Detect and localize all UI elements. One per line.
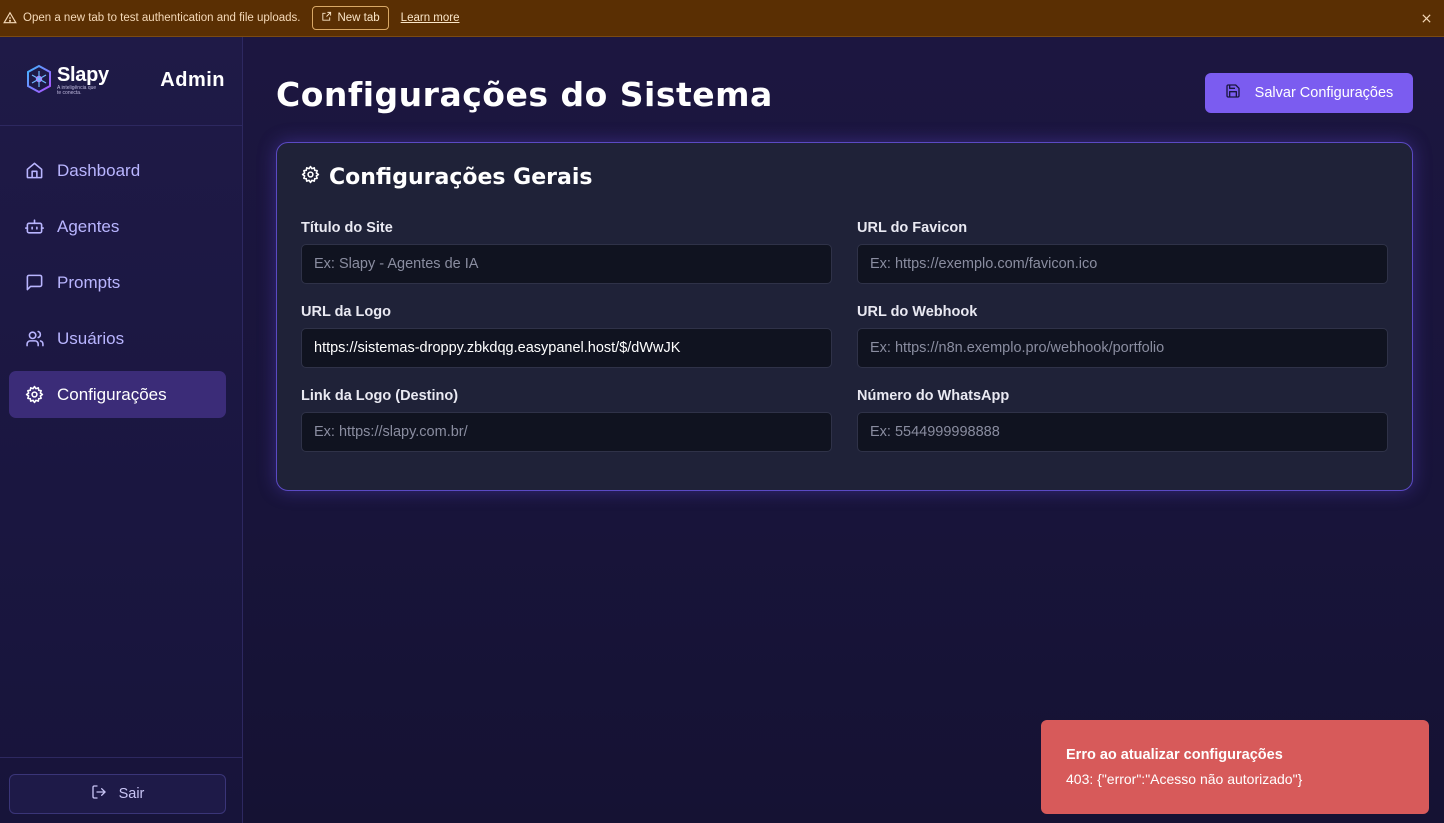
new-tab-button[interactable]: New tab	[312, 6, 389, 30]
sidebar-item-dashboard[interactable]: Dashboard	[9, 147, 226, 194]
home-icon	[25, 161, 45, 181]
sidebar-item-label: Agentes	[57, 216, 120, 236]
webhook-url-field: URL do Webhook Ex: https://n8n.exemplo.p…	[857, 304, 1388, 368]
close-icon[interactable]	[1418, 10, 1434, 26]
toast-message: 403: {"error":"Acesso não autorizado"}	[1066, 771, 1303, 787]
new-tab-label: New tab	[337, 12, 380, 24]
field-label: Link da Logo (Destino)	[301, 388, 459, 404]
page-title: Configurações do Sistema	[276, 75, 773, 114]
brand-tagline: A inteligência que te conecta.	[57, 85, 97, 96]
field-label: Número do WhatsApp	[857, 388, 1010, 404]
whatsapp-field: Número do WhatsApp Ex: 5544999998888	[857, 388, 1388, 452]
field-label: URL da Logo	[301, 304, 391, 320]
admin-label: Admin	[160, 69, 225, 91]
sidebar-item-label: Prompts	[57, 272, 121, 292]
logo-url-input[interactable]: https://sistemas-droppy.zbkdqg.easypanel…	[301, 328, 832, 368]
field-label: Título do Site	[301, 220, 393, 236]
sidebar-header: Slapy A inteligência que te conecta. Adm…	[0, 37, 242, 126]
general-settings-card: Configurações Gerais Título do Site Ex: …	[276, 142, 1413, 491]
gear-icon	[25, 385, 45, 405]
learn-more-link[interactable]: Learn more	[401, 12, 460, 24]
logout-label: Sair	[118, 786, 145, 802]
main-content: Configurações do Sistema Salvar Configur…	[243, 37, 1444, 823]
sidebar-item-usuarios[interactable]: Usuários	[9, 315, 226, 362]
sidebar-nav: Dashboard Agentes Prompts Usuários Confi…	[0, 126, 242, 418]
top-banner: Open a new tab to test authentication an…	[0, 0, 1444, 37]
banner-message: Open a new tab to test authentication an…	[23, 12, 301, 24]
field-label: URL do Favicon	[857, 220, 968, 236]
field-label: URL do Webhook	[857, 304, 978, 320]
logo[interactable]: Slapy A inteligência que te conecta.	[25, 64, 109, 96]
gear-icon	[301, 165, 320, 190]
favicon-url-input[interactable]: Ex: https://exemplo.com/favicon.ico	[857, 244, 1388, 284]
sidebar-item-label: Usuários	[57, 328, 125, 348]
save-settings-label: Salvar Configurações	[1254, 85, 1394, 101]
logo-url-field: URL da Logo https://sistemas-droppy.zbkd…	[301, 304, 832, 368]
site-title-field: Título do Site Ex: Slapy - Agentes de IA	[301, 220, 832, 284]
users-icon	[25, 329, 45, 349]
logo-mark-icon	[27, 64, 51, 94]
save-icon	[1225, 83, 1241, 103]
message-square-icon	[25, 273, 45, 293]
save-settings-button[interactable]: Salvar Configurações	[1205, 73, 1413, 113]
external-link-icon	[321, 11, 332, 25]
error-toast[interactable]: Erro ao atualizar configurações 403: {"e…	[1041, 720, 1429, 814]
whatsapp-input[interactable]: Ex: 5544999998888	[857, 412, 1388, 452]
sidebar-item-configuracoes[interactable]: Configurações	[9, 371, 226, 418]
warning-icon	[3, 10, 19, 26]
logout-icon	[91, 784, 107, 804]
logo-link-field: Link da Logo (Destino) Ex: https://slapy…	[301, 388, 832, 452]
logout-button[interactable]: Sair	[9, 774, 226, 814]
sidebar-item-label: Configurações	[57, 384, 167, 404]
brand-name: Slapy	[57, 64, 109, 86]
card-title: Configurações Gerais	[301, 165, 592, 190]
webhook-url-input[interactable]: Ex: https://n8n.exemplo.pro/webhook/port…	[857, 328, 1388, 368]
sidebar-divider	[0, 757, 242, 758]
site-title-input[interactable]: Ex: Slapy - Agentes de IA	[301, 244, 832, 284]
bot-icon	[25, 217, 45, 237]
sidebar-item-label: Dashboard	[57, 160, 141, 180]
card-title-text: Configurações Gerais	[329, 165, 593, 190]
sidebar-item-agentes[interactable]: Agentes	[9, 203, 226, 250]
logo-link-input[interactable]: Ex: https://slapy.com.br/	[301, 412, 832, 452]
favicon-url-field: URL do Favicon Ex: https://exemplo.com/f…	[857, 220, 1388, 284]
toast-title: Erro ao atualizar configurações	[1066, 747, 1283, 763]
sidebar-item-prompts[interactable]: Prompts	[9, 259, 226, 306]
sidebar: Slapy A inteligência que te conecta. Adm…	[0, 37, 243, 823]
